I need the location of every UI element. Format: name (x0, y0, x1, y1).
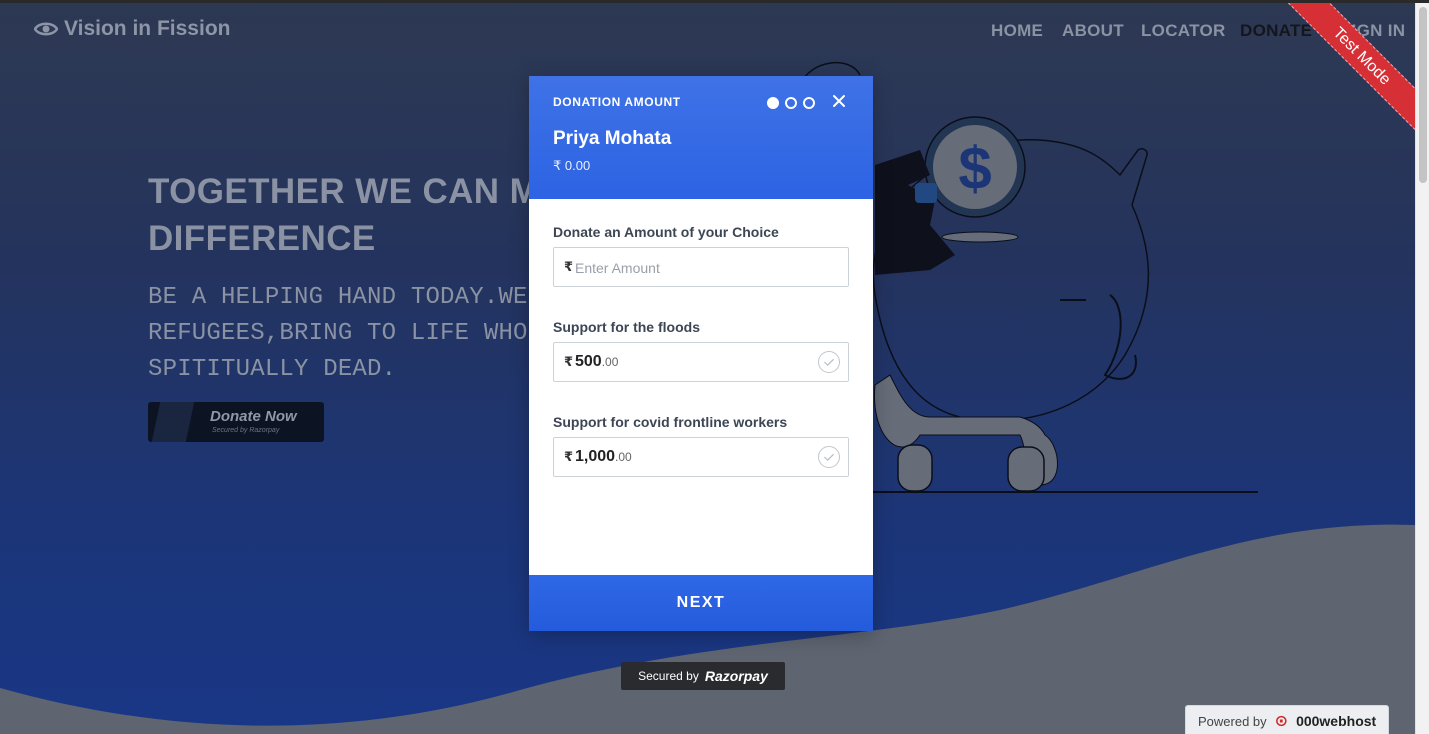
nav-about[interactable]: ABOUT (1062, 21, 1124, 41)
check-icon[interactable] (818, 351, 840, 373)
secured-by-prefix: Secured by (638, 669, 699, 683)
nav-home[interactable]: HOME (991, 21, 1043, 41)
powered-by-prefix: Powered by (1198, 713, 1267, 729)
donate-now-sublabel: Secured by Razorpay (212, 427, 280, 434)
nav-locator[interactable]: LOCATOR (1141, 21, 1226, 41)
covid-amount-value: 1,000.00 (575, 448, 632, 465)
test-mode-ribbon: Test Mode (1275, 3, 1415, 143)
page-scrollbar[interactable] (1415, 3, 1429, 734)
total-amount: ₹ 0.00 (553, 158, 591, 173)
secured-by-badge: Secured by Razorpay (621, 662, 785, 690)
ribbon-label: Test Mode (1277, 3, 1415, 141)
donation-modal: DONATION AMOUNT Priya Mohata ₹ 0.00 Dona… (529, 76, 873, 631)
modal-section-label: DONATION AMOUNT (553, 95, 681, 109)
floods-support-label: Support for the floods (553, 319, 700, 335)
check-icon[interactable] (818, 446, 840, 468)
step-dot-1 (767, 97, 779, 109)
covid-amount-field[interactable]: ₹ 1,000.00 (553, 437, 849, 477)
custom-amount-label: Donate an Amount of your Choice (553, 224, 779, 240)
amount-placeholder: Enter Amount (575, 260, 660, 276)
next-button[interactable]: NEXT (529, 575, 873, 631)
floods-amount-field[interactable]: ₹ 500.00 (553, 342, 849, 382)
rupee-icon: ₹ (564, 259, 574, 274)
site-logo[interactable]: Vision in Fission (34, 17, 230, 41)
step-dot-2 (785, 97, 797, 109)
powered-by-badge[interactable]: Powered by ⊙ 000webhost (1185, 705, 1389, 734)
custom-amount-input[interactable]: ₹ Enter Amount (553, 247, 849, 287)
webhost-brand: 000webhost (1296, 713, 1377, 729)
covid-support-label: Support for covid frontline workers (553, 414, 788, 430)
webhost-logo-icon: ⊙ (1274, 713, 1289, 730)
window-top-border (0, 0, 1429, 3)
step-indicator (767, 97, 815, 109)
razorpay-logo: Razorpay (704, 668, 768, 684)
floods-amount-value: 500.00 (575, 353, 619, 370)
donate-now-button[interactable]: Donate Now Secured by Razorpay (148, 402, 324, 442)
razorpay-icon (151, 402, 195, 442)
donate-now-label: Donate Now (210, 408, 297, 425)
payee-name: Priya Mohata (553, 128, 672, 149)
rupee-icon: ₹ (564, 354, 574, 369)
eye-icon (34, 22, 58, 36)
step-dot-3 (803, 97, 815, 109)
close-icon[interactable] (831, 93, 847, 109)
brand-name: Vision in Fission (64, 17, 231, 40)
rupee-icon: ₹ (564, 449, 574, 464)
modal-header: DONATION AMOUNT Priya Mohata ₹ 0.00 (529, 76, 873, 199)
scrollbar-thumb[interactable] (1419, 7, 1427, 183)
